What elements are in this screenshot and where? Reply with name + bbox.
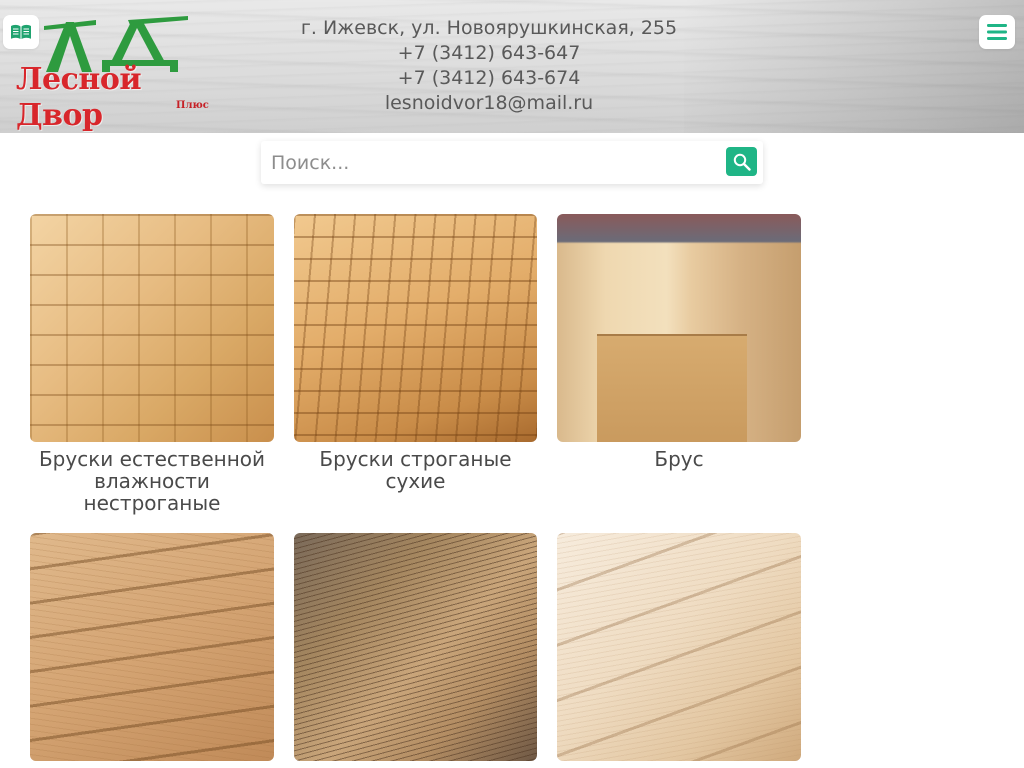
logo-suffix: Плюс [176, 100, 209, 111]
hamburger-menu-icon [987, 24, 1007, 40]
phone-link-1[interactable]: +7 (3412) 643-647 [290, 41, 688, 66]
product-card[interactable] [294, 533, 537, 761]
search-input[interactable] [261, 141, 721, 184]
product-card[interactable] [557, 533, 801, 761]
product-card[interactable] [30, 533, 274, 761]
search-button[interactable] [726, 147, 757, 176]
product-image-beam[interactable] [557, 214, 801, 442]
product-card[interactable]: Брус [557, 214, 801, 470]
product-image-planed-bars[interactable] [294, 214, 537, 442]
menu-button[interactable] [979, 15, 1015, 49]
search-bar [261, 141, 763, 184]
logo-name: Лесной Двор [16, 62, 142, 133]
catalog-book-button[interactable] [3, 15, 39, 49]
email-link[interactable]: lesnoidvor18@mail.ru [290, 91, 688, 116]
site-header: Лесной Двор Плюс г. Ижевск, ул. Новояруш… [0, 0, 1024, 133]
product-card[interactable]: Бруски естественной влажности нестроганы… [30, 214, 274, 514]
search-icon [733, 153, 751, 171]
open-book-icon [11, 24, 31, 39]
product-image-rough-bars[interactable] [30, 214, 274, 442]
phone-link-2[interactable]: +7 (3412) 643-674 [290, 66, 688, 91]
product-image-boards[interactable] [30, 533, 274, 761]
product-title[interactable]: Бруски строганые сухие [294, 448, 537, 492]
site-logo[interactable]: Лесной Двор Плюс [14, 14, 210, 133]
address-text: г. Ижевск, ул. Новоярушкинская, 255 [300, 17, 678, 39]
product-card[interactable]: Бруски строганые сухие [294, 214, 537, 492]
product-title[interactable]: Брус [557, 448, 801, 470]
contact-block: г. Ижевск, ул. Новоярушкинская, 255 +7 (… [290, 16, 688, 116]
product-image-plywood[interactable] [294, 533, 537, 761]
product-title[interactable]: Бруски естественной влажности нестроганы… [30, 448, 274, 514]
product-image-lining[interactable] [557, 533, 801, 761]
